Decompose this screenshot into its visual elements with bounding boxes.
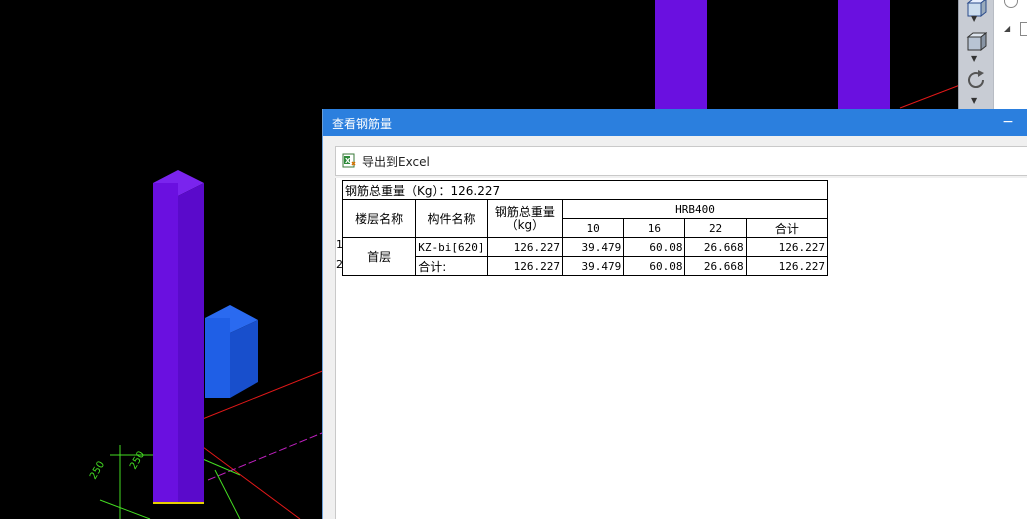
component-cell: KZ-bi[620]	[415, 237, 488, 257]
minimize-button[interactable]: −	[998, 110, 1018, 134]
dialog-titlebar[interactable]: 查看钢筋量 −	[323, 109, 1027, 136]
d22-cell: 26.668	[684, 237, 747, 257]
rebar-table: 钢筋总重量（Kg）：126.227 楼层名称 构件名称 钢筋总重量（kg） HR…	[341, 180, 829, 276]
header-diameter: 10	[562, 218, 625, 238]
expand-arrow-icon[interactable]: ◢	[1004, 24, 1010, 33]
header-diameter: 合计	[745, 218, 829, 238]
info-icon	[1004, 0, 1018, 8]
d16-cell: 60.08	[623, 237, 686, 257]
d10-cell: 39.479	[562, 256, 625, 276]
checkbox[interactable]	[1020, 22, 1027, 36]
header-component: 构件名称	[415, 199, 488, 238]
header-floor: 楼层名称	[341, 199, 417, 238]
dialog-toolbar: X 导出到Excel	[335, 146, 1027, 176]
sum-cell: 126.227	[745, 256, 829, 276]
table-row[interactable]: 首层 KZ-bi[620] 126.227 39.479 60.08 26.66…	[341, 237, 829, 276]
sum-cell: 126.227	[745, 237, 829, 257]
rotate-icon[interactable]	[962, 66, 990, 94]
d22-cell: 26.668	[684, 256, 747, 276]
header-grade: HRB400	[562, 199, 828, 219]
table-row[interactable]: 合计: 126.227 39.479 60.08 26.668 126.227	[343, 256, 829, 276]
header-diameter: 16	[623, 218, 686, 238]
header-diameter: 22	[684, 218, 747, 238]
column-3d[interactable]	[153, 170, 204, 504]
dialog-title: 查看钢筋量	[332, 117, 393, 131]
summary-cell: 钢筋总重量（Kg）：126.227	[342, 180, 828, 200]
excel-icon: X	[342, 153, 356, 168]
d10-cell: 39.479	[562, 237, 625, 257]
view-rebar-dialog: 查看钢筋量 − X 导出到Excel 1 2 钢筋总重量（Kg）：126.227…	[322, 109, 1027, 519]
cube-solid-icon[interactable]	[962, 27, 990, 55]
d16-cell: 60.08	[623, 256, 686, 276]
component-cell: 合计:	[415, 256, 488, 276]
block-3d[interactable]	[205, 305, 258, 398]
total-cell: 126.227	[486, 256, 564, 276]
header-total-weight: 钢筋总重量（kg）	[486, 199, 564, 238]
svg-text:X: X	[345, 157, 351, 165]
view-toolbar: ▼ ▼ ▼	[958, 0, 993, 110]
total-cell: 126.227	[486, 237, 564, 257]
column-3d[interactable]	[655, 0, 707, 110]
property-panel: ◢	[993, 0, 1027, 110]
export-to-excel-button[interactable]: X 导出到Excel	[342, 151, 430, 171]
floor-cell: 首层	[341, 237, 417, 276]
column-3d[interactable]	[838, 0, 890, 110]
export-label: 导出到Excel	[362, 154, 430, 169]
rebar-table-area: 1 2 钢筋总重量（Kg）：126.227 楼层名称 构件名称 钢筋总重量（kg…	[335, 178, 1027, 519]
